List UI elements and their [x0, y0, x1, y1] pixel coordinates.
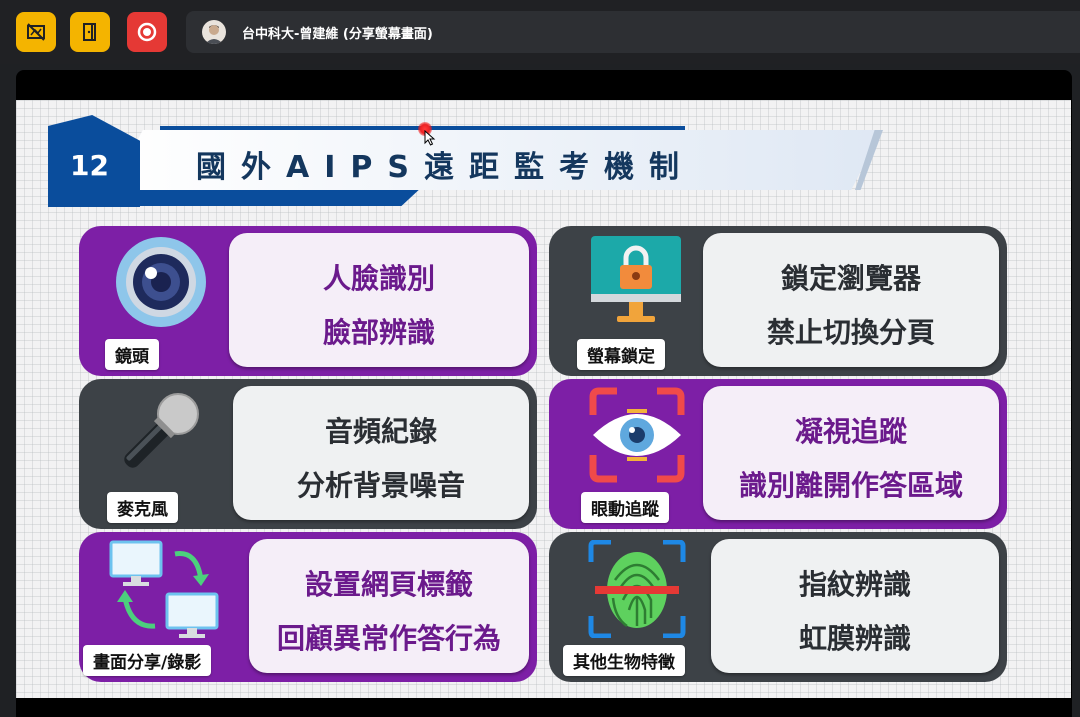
card-line-2: 禁止切換分頁	[766, 316, 935, 349]
card-tag: 螢幕鎖定	[577, 339, 665, 370]
card-panel: 人臉識別 臉部辨識	[229, 233, 529, 367]
card-line-1: 凝視追蹤	[794, 415, 907, 448]
record-icon[interactable]	[127, 12, 167, 52]
card-line-1: 鎖定瀏覽器	[780, 262, 921, 295]
mouse-cursor-icon	[424, 130, 436, 146]
feature-card-camera: 鏡頭 人臉識別 臉部辨識	[79, 226, 537, 376]
camera-lens-icon	[116, 237, 206, 327]
card-line-2: 臉部辨識	[322, 316, 435, 349]
card-panel: 指紋辨識 虹膜辨識	[711, 539, 999, 673]
card-panel: 音頻紀錄 分析背景噪音	[233, 386, 529, 520]
exit-door-icon[interactable]	[70, 12, 110, 52]
feature-card-eye-tracking: 眼動追蹤 凝視追蹤 識別離開作答區域	[549, 379, 1007, 529]
shared-screen-bottom-edge	[16, 698, 1072, 717]
presenter-name: 台中科大-曾建維 (分享螢幕畫面)	[242, 27, 433, 42]
card-line-1: 設置網頁標籤	[304, 568, 473, 601]
card-line-1: 指紋辨識	[798, 568, 911, 601]
feature-card-screen-lock: 螢幕鎖定 鎖定瀏覽器 禁止切換分頁	[549, 226, 1007, 376]
card-tag: 鏡頭	[105, 339, 159, 370]
card-panel: 鎖定瀏覽器 禁止切換分頁	[703, 233, 999, 367]
avatar	[202, 20, 226, 44]
slide-title: 國外AIPS遠距監考機制	[196, 150, 694, 185]
card-line-2: 識別離開作答區域	[738, 469, 963, 502]
fingerprint-icon	[588, 540, 686, 638]
hide-video-icon[interactable]	[16, 12, 56, 52]
feature-card-screen-share: 畫面分享/錄影 設置網頁標籤 回顧異常作答行為	[79, 532, 537, 682]
card-line-1: 人臉識別	[322, 262, 435, 295]
microphone-icon	[124, 393, 199, 468]
card-tag: 其他生物特徵	[563, 645, 685, 676]
meeting-toolbar: 台中科大-曾建維 (分享螢幕畫面)	[0, 0, 1080, 64]
feature-card-microphone: 麥克風 音頻紀錄 分析背景噪音	[79, 379, 537, 529]
screen-share-icon	[109, 540, 219, 638]
locked-monitor-icon	[591, 236, 681, 322]
presenter-bar: 台中科大-曾建維 (分享螢幕畫面)	[186, 11, 1080, 53]
card-line-1: 音頻紀錄	[324, 415, 437, 448]
card-tag: 畫面分享/錄影	[83, 645, 212, 676]
card-line-2: 分析背景噪音	[296, 469, 465, 502]
feature-card-biometrics: 其他生物特徵 指紋辨識 虹膜辨識	[549, 532, 1007, 682]
card-tag: 眼動追蹤	[581, 492, 669, 523]
card-tag: 麥克風	[107, 492, 178, 523]
card-panel: 凝視追蹤 識別離開作答區域	[703, 386, 999, 520]
card-line-2: 回顧異常作答行為	[276, 622, 501, 655]
slide-number: 12	[70, 149, 109, 182]
card-line-2: 虹膜辨識	[798, 622, 911, 655]
card-panel: 設置網頁標籤 回顧異常作答行為	[249, 539, 529, 673]
eye-tracking-icon	[589, 387, 685, 483]
